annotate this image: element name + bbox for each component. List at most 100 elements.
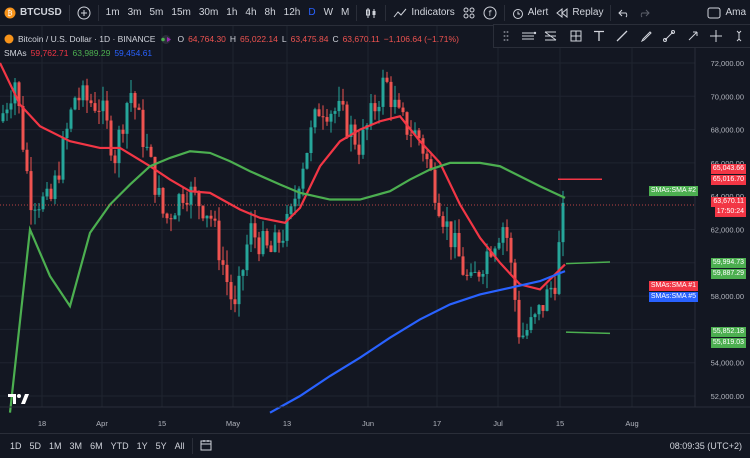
timeframe-M[interactable]: M (337, 7, 353, 18)
ohlc-high: 65,022.14 (240, 34, 278, 44)
sma1-value: 59,762.71 (30, 48, 69, 58)
candle-body (137, 107, 141, 110)
range-1m[interactable]: 1M (45, 441, 66, 451)
top-toolbar: ₿ BTCUSD 1m 3m 5m 15m 30m 1h 4h 8h 12h D W M Indica… (0, 0, 750, 26)
candle-body (393, 99, 397, 108)
range-1d[interactable]: 1D (6, 441, 26, 451)
brush-tool[interactable] (611, 25, 634, 47)
trend-line-tool[interactable] (658, 25, 681, 47)
price-tick: 52,000.00 (711, 392, 744, 401)
replay-button[interactable]: Replay (552, 0, 607, 25)
drag-handle[interactable] (494, 25, 517, 47)
timeframe-12h[interactable]: 12h (280, 7, 305, 18)
candlestick-icon (364, 6, 378, 20)
candle-body (49, 188, 53, 199)
range-3m[interactable]: 3M (66, 441, 87, 451)
timeframe-8h[interactable]: 8h (261, 7, 280, 18)
candle-body (121, 129, 125, 134)
candle-body (205, 215, 209, 219)
timeframe-3m[interactable]: 3m (124, 7, 146, 18)
undo-icon (618, 8, 630, 18)
chart-area[interactable]: 72,000.0070,000.0068,000.0066,000.0064,0… (0, 26, 750, 433)
timeframe-15m[interactable]: 15m (167, 7, 194, 18)
pen-tool[interactable] (634, 25, 657, 47)
divider (503, 4, 505, 21)
goto-date-button[interactable] (196, 439, 216, 453)
candle-body (81, 85, 85, 101)
timeframe-4h[interactable]: 4h (241, 7, 260, 18)
time-tick: 15 (158, 419, 166, 428)
timeframe-1h[interactable]: 1h (222, 7, 241, 18)
candle-body (353, 124, 357, 145)
candle-body (245, 244, 249, 271)
candle-body (217, 220, 221, 261)
range-ytd[interactable]: YTD (107, 441, 133, 451)
sma5-line (269, 270, 566, 414)
ohlc-close-label: C (332, 34, 339, 44)
candle-body (509, 237, 513, 263)
alert-button[interactable]: Alert (508, 0, 553, 25)
templates-button[interactable] (459, 0, 479, 25)
candle-body (461, 256, 465, 275)
grid-icon (463, 7, 475, 19)
sma5-axis-label: SMAs:SMA #5 (648, 292, 698, 302)
price-tag-3: 59,994.73 (710, 258, 746, 268)
timeframe-W[interactable]: W (320, 7, 337, 18)
clock[interactable]: 08:09:35 (UTC+2) (666, 441, 750, 451)
more-tools[interactable] (728, 25, 750, 47)
pitchfork-tool[interactable] (517, 25, 540, 47)
candle-body (505, 227, 509, 238)
hide-eye-icon[interactable] (159, 34, 173, 44)
tradingview-logo[interactable] (8, 392, 30, 409)
timeframe-1m[interactable]: 1m (102, 7, 124, 18)
candle-body (181, 194, 185, 203)
candle-body (189, 186, 193, 205)
arrow-tool[interactable] (681, 25, 704, 47)
candle-body (77, 97, 81, 101)
range-5d[interactable]: 5D (26, 441, 46, 451)
time-tick: Jun (362, 419, 374, 428)
crosshair-icon (709, 30, 722, 42)
sma-legend-row[interactable]: SMAs 59,762.71 63,989.29 59,454.61 (4, 46, 459, 60)
range-all[interactable]: All (171, 441, 189, 451)
undo-button[interactable] (614, 0, 634, 25)
price-tick: 54,000.00 (711, 359, 744, 368)
ohlc-close: 63,670.11 (342, 34, 380, 44)
candle-body (517, 299, 521, 338)
timeframe-30m[interactable]: 30m (195, 7, 222, 18)
candle-body (25, 149, 29, 172)
alert-label: Alert (527, 7, 549, 18)
sma1-axis-label: SMAs:SMA #1 (648, 281, 698, 291)
candle-body (93, 103, 97, 111)
text-tool[interactable] (587, 25, 610, 47)
candle-body (337, 100, 341, 112)
compare-button[interactable] (73, 0, 95, 25)
layout-button[interactable]: Ama (703, 0, 750, 25)
fib-tool[interactable] (541, 25, 564, 47)
range-6m[interactable]: 6M (86, 441, 107, 451)
time-tick: 17 (433, 419, 441, 428)
legend-title[interactable]: Bitcoin / U.S. Dollar · 1D · BINANCE (18, 32, 155, 46)
symbol-search[interactable]: ₿ BTCUSD (0, 0, 66, 25)
indicators-button[interactable]: Indicators (389, 0, 458, 25)
pattern-tool[interactable] (564, 25, 587, 47)
chart-type-button[interactable] (360, 0, 382, 25)
candle-body (333, 111, 337, 114)
candle-body (545, 289, 549, 311)
scripts-button[interactable]: f (479, 0, 501, 25)
pen-icon (640, 30, 652, 42)
candle-body (301, 168, 305, 189)
candle-body (553, 287, 557, 294)
candle-body (321, 116, 325, 118)
crosshair-tool[interactable] (704, 25, 727, 47)
timeframe-D[interactable]: D (304, 7, 319, 18)
price-tick: 58,000.00 (711, 292, 744, 301)
candle-body (1, 113, 5, 122)
range-list: 1D 5D 1M 3M 6M YTD 1Y 5Y All (0, 441, 189, 451)
range-1y[interactable]: 1Y (133, 441, 152, 451)
range-5y[interactable]: 5Y (152, 441, 171, 451)
redo-button[interactable] (634, 0, 654, 25)
timeframe-5m[interactable]: 5m (145, 7, 167, 18)
candle-body (109, 120, 113, 156)
price-chart[interactable]: 72,000.0070,000.0068,000.0066,000.0064,0… (0, 26, 750, 433)
